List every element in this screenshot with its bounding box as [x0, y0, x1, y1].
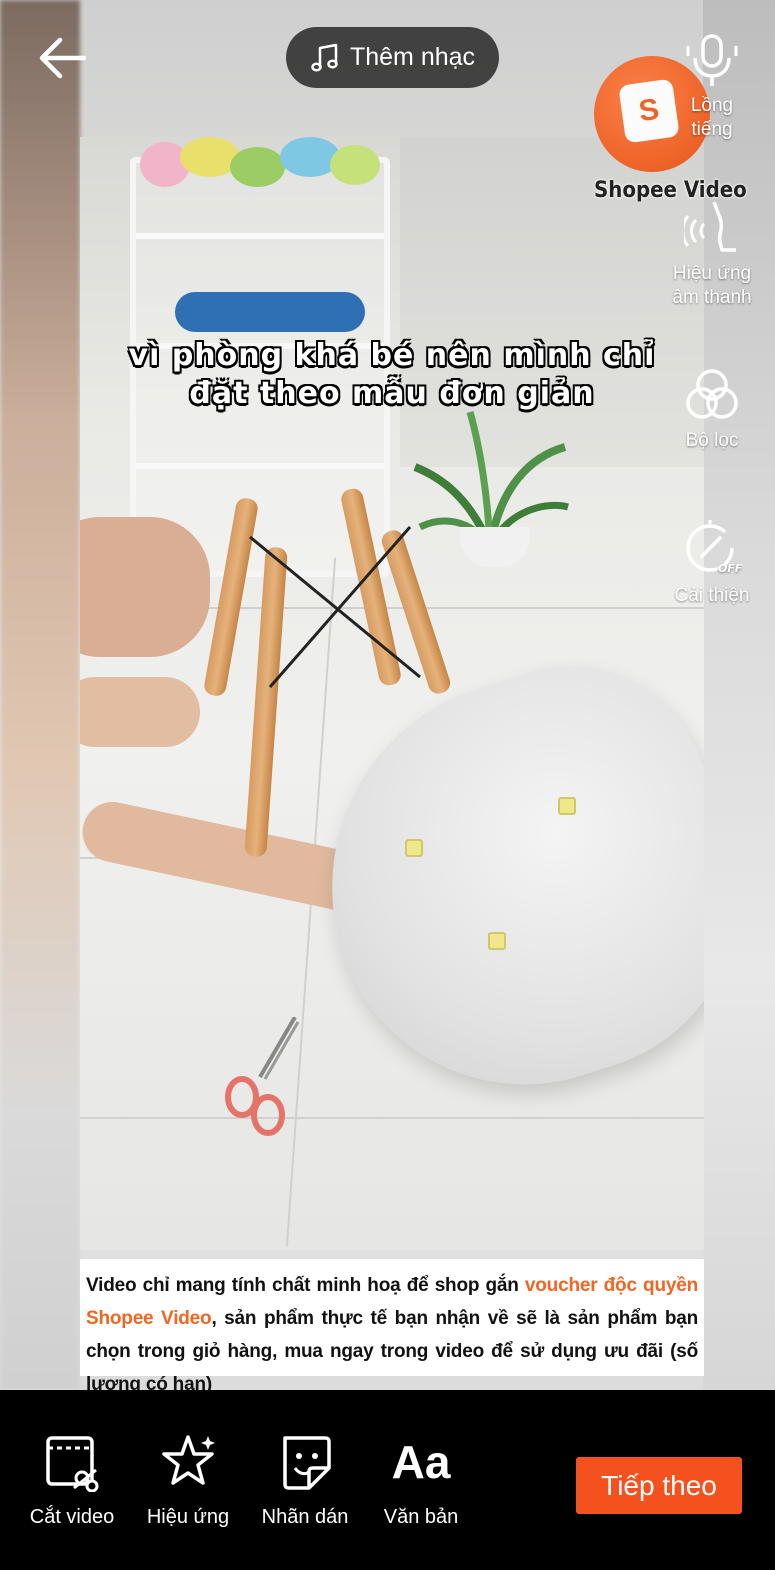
stickers-tool[interactable]: Nhãn dán: [250, 1432, 360, 1529]
sound-effects-tool[interactable]: Hiệu ứng âm thanh: [657, 200, 767, 310]
caption-line-2: đặt theo mẫu đơn giản: [189, 376, 595, 411]
cut-video-label: Cắt video: [29, 1506, 115, 1528]
filter-tool[interactable]: Bộ lọc: [657, 367, 767, 453]
enhance-off-icon: OFF: [686, 520, 742, 575]
sticker-icon: [283, 1436, 331, 1490]
voiceover-label: Lồng tiếng: [690, 95, 734, 140]
disclaimer-text-1: Video chỉ mang tính chất minh hoạ để sho…: [86, 1275, 525, 1296]
text-label: Văn bản: [383, 1506, 459, 1528]
enhance-label: Cải thiện: [674, 585, 750, 606]
video-caption: vì phòng khá bé nên mình chỉ đặt theo mẫ…: [80, 337, 704, 413]
text-aa-icon: Aa: [391, 1436, 451, 1488]
stickers-label: Nhãn dán: [261, 1506, 349, 1528]
cut-video-icon: [46, 1436, 99, 1492]
video-frame: vì phòng khá bé nên mình chỉ đặt theo mẫ…: [80, 137, 704, 1250]
effects-tool[interactable]: Hiệu ứng: [133, 1432, 243, 1529]
filter-circles-icon: [686, 369, 738, 419]
filter-label: Bộ lọc: [685, 430, 739, 451]
sound-wave-icon: [684, 201, 736, 252]
add-music-button[interactable]: Thêm nhạc: [286, 27, 499, 88]
sound-effects-label: Hiệu ứng âm thanh: [672, 263, 752, 308]
cut-video-tool[interactable]: Cắt video: [17, 1432, 127, 1529]
music-note-icon: [311, 43, 338, 72]
next-button[interactable]: Tiếp theo: [576, 1457, 742, 1514]
disclaimer-banner: Video chỉ mang tính chất minh hoạ để sho…: [80, 1259, 704, 1390]
voiceover-tool[interactable]: Lồng tiếng: [657, 34, 767, 142]
microphone-icon: [686, 34, 738, 86]
caption-line-1: vì phòng khá bé nên mình chỉ: [128, 338, 656, 373]
add-music-label: Thêm nhạc: [349, 43, 476, 71]
enhance-tool[interactable]: OFF Cải thiện: [657, 518, 767, 608]
blurred-background-left: [0, 0, 80, 1390]
sparkle-star-icon: [162, 1435, 215, 1485]
enhance-state: OFF: [718, 562, 742, 575]
back-button[interactable]: [36, 32, 88, 84]
scene-pot: [460, 527, 530, 567]
effects-label: Hiệu ứng: [146, 1506, 230, 1528]
arrow-left-icon: [39, 37, 86, 79]
text-tool[interactable]: Aa Văn bản: [366, 1432, 476, 1529]
scene-scissors: [225, 1017, 300, 1136]
